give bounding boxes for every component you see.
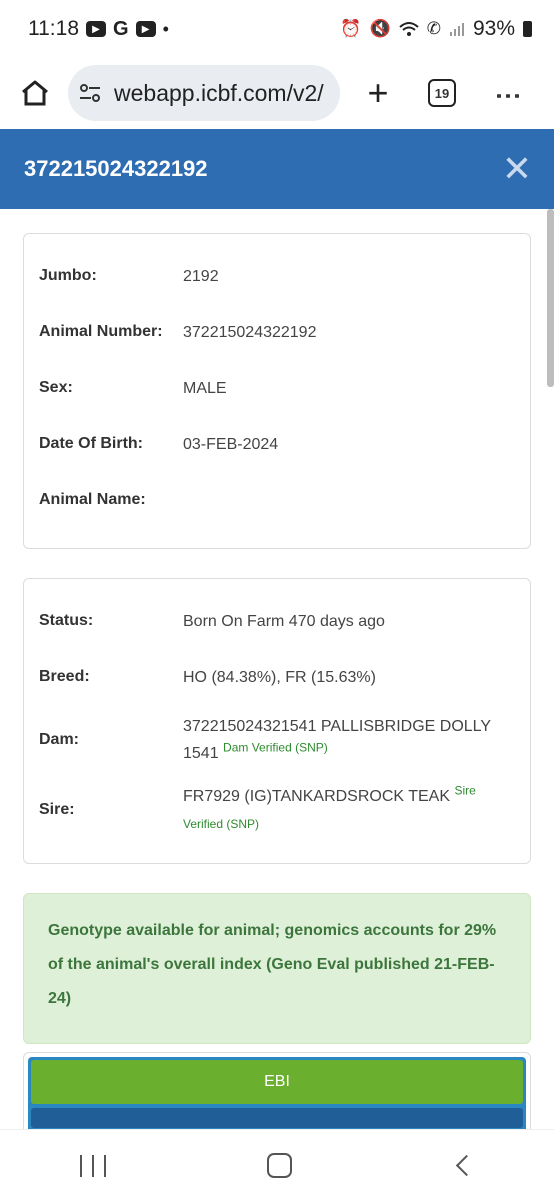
- battery-icon: [523, 21, 532, 37]
- sire-value: FR7929 (IG)TANKARDSROCK TEAK: [183, 787, 451, 805]
- dam-label: Dam:: [39, 731, 80, 748]
- info-row: Date Of Birth: 03-FEB-2024: [39, 416, 515, 472]
- wifi-icon: [399, 22, 419, 36]
- info-row: Sire: FR7929 (IG)TANKARDSROCK TEAK Sire …: [39, 775, 515, 845]
- evaluation-tabs-inner: EBI: [28, 1057, 526, 1131]
- wifi-call-icon: ✆: [426, 19, 441, 38]
- next-tab-button[interactable]: [31, 1108, 523, 1128]
- info-row: Animal Name:: [39, 472, 515, 528]
- google-icon: G: [113, 17, 129, 40]
- ebi-tab-button[interactable]: EBI: [31, 1060, 523, 1104]
- battery-level: 93%: [472, 17, 515, 40]
- modal-title: 372215024322192: [24, 156, 208, 181]
- home-button[interactable]: [18, 76, 52, 110]
- android-nav-bar: [0, 1129, 554, 1201]
- youtube-icon: ▶: [135, 21, 156, 37]
- status-bar-right: ⏰ 🔇 ✆ 93%: [340, 17, 532, 41]
- dam-value-wrap: 372215024321541 PALLISBRIDGE DOLLY 1541 …: [183, 713, 515, 767]
- sire-verified-badge: Sire: [454, 783, 476, 798]
- evaluation-tabs: EBI: [23, 1052, 531, 1132]
- tab-switcher-button[interactable]: 19: [428, 79, 456, 107]
- info-row: Breed: HO (84.38%), FR (15.63%): [39, 649, 515, 705]
- site-settings-icon[interactable]: [78, 80, 104, 106]
- sex-label: Sex:: [39, 379, 73, 396]
- info-row: Dam: 372215024321541 PALLISBRIDGE DOLLY …: [39, 705, 515, 775]
- recent-apps-button[interactable]: [80, 1154, 107, 1177]
- status-value: Born On Farm 470 days ago: [183, 612, 385, 630]
- clock: 11:18: [28, 17, 79, 40]
- scrollbar[interactable]: [547, 209, 554, 1129]
- status-card: Status: Born On Farm 470 days ago Breed:…: [23, 578, 531, 864]
- recent-apps-icon: [104, 1154, 107, 1177]
- animal-number-label: Animal Number:: [39, 323, 163, 340]
- date-of-birth-label: Date Of Birth:: [39, 435, 143, 452]
- sire-label: Sire:: [39, 801, 75, 818]
- signal-icon: [449, 23, 464, 36]
- recent-apps-icon: [92, 1154, 95, 1177]
- animal-number-value: 372215024322192: [183, 323, 317, 341]
- modal-header: 372215024322192 ✕: [0, 129, 554, 209]
- youtube-icon: ▶: [86, 21, 106, 37]
- info-row: Jumbo: 2192: [39, 248, 515, 304]
- mute-icon: 🔇: [369, 19, 391, 38]
- scrollbar-thumb[interactable]: [547, 209, 554, 387]
- browser-toolbar: webapp.icbf.com/v2/ + 19 ⋮: [0, 58, 554, 128]
- jumbo-label: Jumbo:: [39, 267, 97, 284]
- modal-body: Jumbo: 2192 Animal Number: 3722150243221…: [23, 233, 531, 1132]
- breed-label: Breed:: [39, 668, 90, 685]
- home-icon: [22, 80, 48, 106]
- info-row: Animal Number: 372215024322192: [39, 304, 515, 360]
- back-button[interactable]: [455, 1154, 477, 1177]
- info-row: Status: Born On Farm 470 days ago: [39, 593, 515, 649]
- alarm-icon: ⏰: [340, 19, 362, 38]
- status-label: Status:: [39, 612, 94, 629]
- identity-card: Jumbo: 2192 Animal Number: 3722150243221…: [23, 233, 531, 549]
- genotype-notice: Genotype available for animal; genomics …: [23, 893, 531, 1044]
- breed-value: HO (84.38%), FR (15.63%): [183, 668, 376, 686]
- jumbo-value: 2192: [183, 267, 219, 285]
- address-bar[interactable]: webapp.icbf.com/v2/: [68, 65, 340, 121]
- info-row: Sex: MALE: [39, 360, 515, 416]
- sex-value: MALE: [183, 379, 227, 397]
- url-text: webapp.icbf.com/v2/: [114, 79, 324, 106]
- home-nav-button[interactable]: [266, 1153, 292, 1178]
- dot-icon: •: [162, 18, 169, 39]
- recent-apps-icon: [80, 1154, 83, 1177]
- more-menu-button[interactable]: ⋮: [494, 83, 524, 103]
- sire-value-wrap: FR7929 (IG)TANKARDSROCK TEAK Sire Verifi…: [183, 783, 515, 838]
- close-icon[interactable]: ✕: [502, 151, 532, 187]
- status-bar-left: 11:18 ▶ G ▶ •: [28, 17, 169, 41]
- animal-name-label: Animal Name:: [39, 491, 146, 508]
- sire-verified-text: Verified (SNP): [183, 816, 260, 831]
- new-tab-button[interactable]: +: [358, 75, 398, 111]
- status-bar: 11:18 ▶ G ▶ • ⏰ 🔇 ✆ 93%: [0, 0, 554, 58]
- date-of-birth-value: 03-FEB-2024: [183, 435, 279, 453]
- dam-verified-badge: Dam Verified (SNP): [223, 740, 328, 755]
